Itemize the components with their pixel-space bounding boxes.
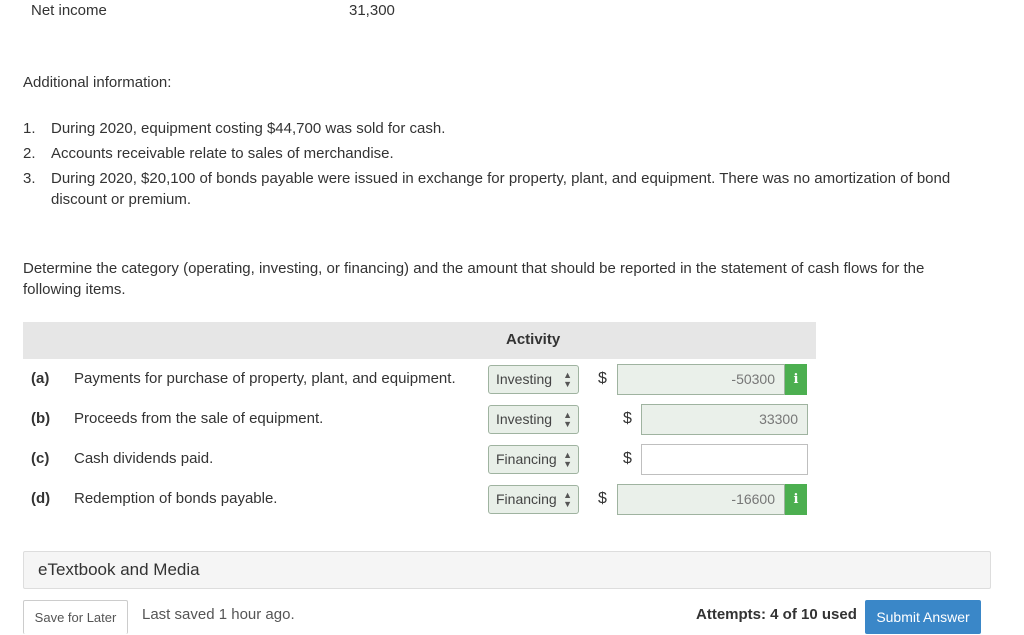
amount-input[interactable]: 33300: [641, 404, 808, 435]
row-description: Cash dividends paid.: [74, 450, 214, 467]
activity-select[interactable]: Financing ▲ ▼: [488, 485, 579, 514]
info-icon[interactable]: i: [785, 484, 807, 515]
save-for-later-button[interactable]: Save for Later: [23, 600, 128, 634]
net-income-value: 31,300: [349, 2, 395, 19]
activity-select[interactable]: Investing ▲ ▼: [488, 365, 579, 394]
submit-answer-button[interactable]: Submit Answer: [865, 600, 981, 634]
row-letter: (c): [31, 450, 50, 467]
amount-input[interactable]: [641, 444, 808, 475]
info-icon[interactable]: i: [785, 364, 807, 395]
row-description: Proceeds from the sale of equipment.: [74, 410, 324, 427]
additional-info-list: 1. During 2020, equipment costing $44,700…: [23, 118, 983, 214]
activity-select[interactable]: Financing ▲ ▼: [488, 445, 579, 474]
table-header: [23, 322, 816, 359]
question-text: Determine the category (operating, inves…: [23, 260, 925, 298]
activity-select[interactable]: Investing ▲ ▼: [488, 405, 579, 434]
amount-input[interactable]: -50300: [617, 364, 785, 395]
sort-arrows-icon: ▲ ▼: [563, 410, 572, 429]
sort-arrows-icon: ▲ ▼: [563, 370, 572, 389]
row-description: Payments for purchase of property, plant…: [74, 370, 456, 387]
sort-arrows-icon: ▲ ▼: [563, 450, 572, 469]
list-item: 3. During 2020, $20,100 of bonds payable …: [23, 170, 951, 208]
currency-symbol: $: [598, 490, 607, 507]
currency-symbol: $: [623, 450, 632, 467]
list-item: 1. During 2020, equipment costing $44,700…: [23, 120, 446, 137]
etextbook-label[interactable]: eTextbook and Media: [38, 560, 200, 580]
additional-info-heading: Additional information:: [23, 74, 172, 91]
last-saved-status: Last saved 1 hour ago.: [142, 606, 295, 623]
sort-arrows-icon: ▲ ▼: [563, 490, 572, 509]
attempts-counter: Attempts: 4 of 10 used: [696, 606, 857, 623]
currency-symbol: $: [598, 370, 607, 387]
row-description: Redemption of bonds payable.: [74, 490, 278, 507]
row-letter: (d): [31, 490, 51, 507]
row-letter: (b): [31, 410, 51, 427]
list-item: 2. Accounts receivable relate to sales of…: [23, 145, 394, 162]
activity-column-header: Activity: [506, 331, 561, 348]
amount-input[interactable]: -16600: [617, 484, 785, 515]
currency-symbol: $: [623, 410, 632, 427]
net-income-label: Net income: [31, 2, 107, 19]
row-letter: (a): [31, 370, 50, 387]
